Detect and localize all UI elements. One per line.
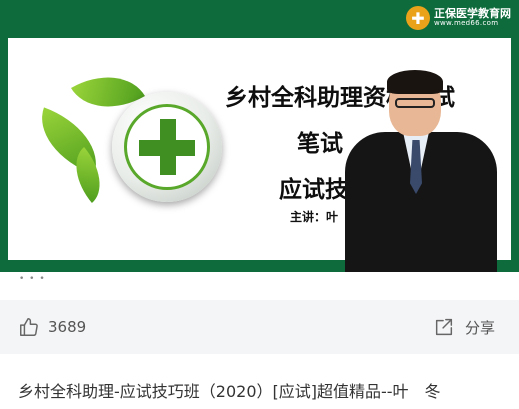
share-icon <box>433 316 455 338</box>
progress-indicator: • • • <box>19 274 46 284</box>
video-title[interactable]: 乡村全科助理-应试技巧班（2020）[应试]超值精品--叶 冬 <box>18 378 519 402</box>
action-bar: 3689 分享 <box>0 300 519 354</box>
slide-lecturer: 主讲：叶 <box>290 210 339 224</box>
video-progress-strip[interactable]: • • • <box>0 272 519 292</box>
like-count: 3689 <box>48 318 87 336</box>
video-player[interactable]: ✚ 正保医学教育网 www.med66.com 乡村全科助理资格考试 笔试 应试… <box>0 0 519 272</box>
brand-url: www.med66.com <box>434 19 499 28</box>
brand-logo: ✚ 正保医学教育网 www.med66.com <box>406 6 511 30</box>
presenter-figure <box>345 70 497 272</box>
like-button[interactable]: 3689 <box>18 316 86 338</box>
thumbs-up-icon <box>18 316 40 338</box>
share-label: 分享 <box>464 318 495 337</box>
share-button[interactable]: 分享 <box>433 316 501 338</box>
brand-mark-icon: ✚ <box>406 6 430 30</box>
